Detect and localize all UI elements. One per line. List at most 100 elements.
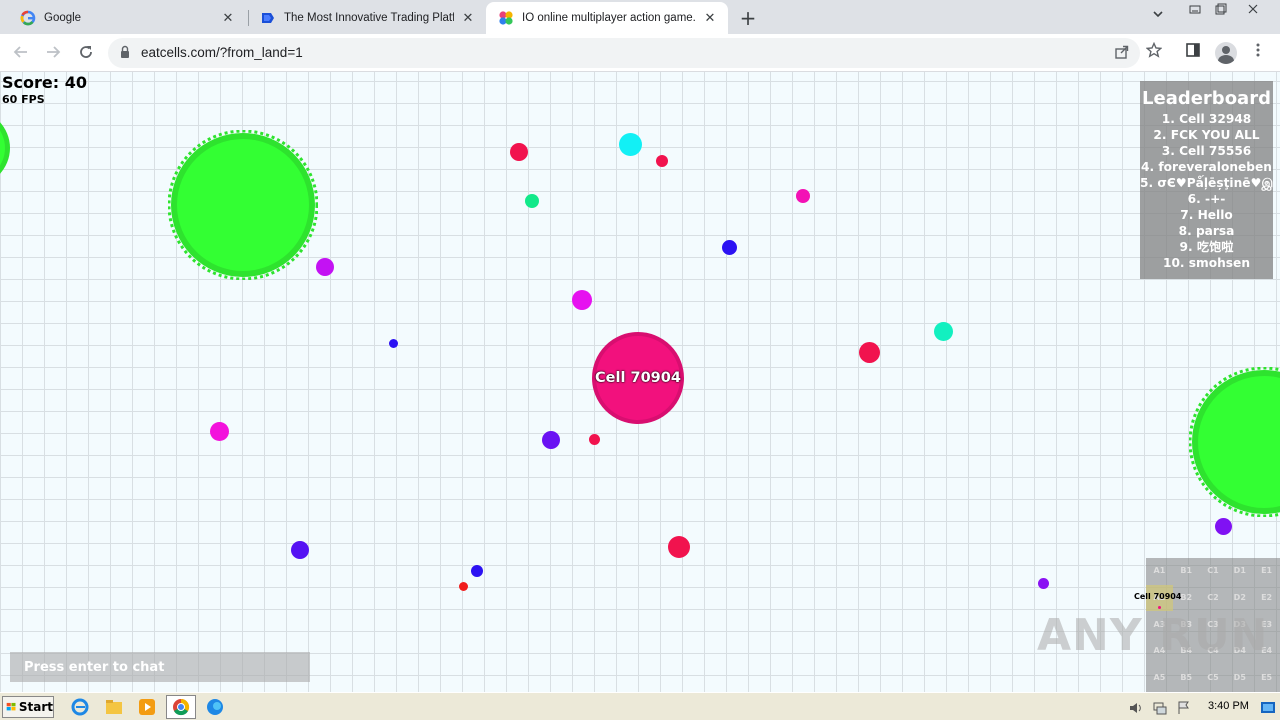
minimap-sector-label: E1 — [1261, 566, 1273, 575]
leaderboard-title: Leaderboard — [1142, 88, 1271, 109]
tab-google[interactable]: Google ✕ — [8, 2, 246, 34]
food-pellet — [796, 189, 810, 203]
clock: 3:40 PM — [1208, 700, 1249, 712]
minimap-sector-label: C1 — [1207, 566, 1219, 575]
chevron-down-icon[interactable] — [1152, 8, 1164, 23]
food-pellet — [389, 339, 398, 348]
leaderboard-entry: 10. smohsen — [1162, 256, 1251, 270]
virus — [168, 130, 318, 280]
food-pellet — [589, 434, 600, 445]
food-pellet — [210, 422, 229, 441]
windows-logo-icon — [6, 702, 16, 711]
tab-title: Google — [44, 12, 82, 24]
start-button[interactable]: Start — [2, 696, 54, 718]
trading-platform-icon — [260, 10, 276, 26]
forward-icon[interactable] — [42, 41, 64, 63]
address-bar[interactable]: eatcells.com/?from_land=1 — [108, 38, 1140, 68]
chrome-icon — [173, 698, 190, 716]
edge-icon[interactable] — [205, 697, 225, 717]
minimap-sector-label: C5 — [1207, 673, 1219, 683]
media-player-icon[interactable] — [137, 697, 157, 717]
tab-title: IO online multiplayer action game. S — [522, 12, 696, 24]
fps-counter: 60 FPS — [2, 93, 45, 106]
food-pellet — [542, 431, 560, 449]
minimap-sector-label: D5 — [1233, 673, 1246, 683]
show-desktop-icon[interactable] — [1260, 700, 1276, 716]
game-canvas[interactable]: Cell 70904 Score: 40 60 FPS Leaderboard … — [0, 72, 1280, 692]
player-name: Cell 70904 — [595, 370, 681, 386]
system-tray — [1120, 695, 1280, 719]
player-cell: Cell 70904 — [592, 332, 684, 424]
food-pellet — [859, 342, 880, 363]
food-pellet — [619, 133, 642, 156]
leaderboard-entry: 7. Hello — [1180, 208, 1233, 222]
url-text: eatcells.com/?from_land=1 — [141, 45, 303, 60]
minimap-player-label: Cell 70904 — [1134, 592, 1182, 601]
food-pellet — [572, 290, 592, 310]
menu-dots-icon[interactable] — [1248, 42, 1268, 62]
internet-explorer-icon[interactable] — [70, 697, 90, 717]
leaderboard-entry: 3. Cell 75556 — [1161, 144, 1252, 158]
minimap-sector-label: C2 — [1207, 592, 1219, 602]
minimap-player-dot — [1158, 606, 1161, 609]
food-pellet — [722, 240, 737, 255]
chat-input[interactable]: Press enter to chat — [10, 652, 310, 682]
taskbar: Start 3:40 PM — [0, 692, 1280, 720]
google-icon — [20, 10, 36, 26]
browser-toolbar: eatcells.com/?from_land=1 — [0, 34, 1280, 72]
start-label: Start — [18, 700, 53, 714]
food-pellet — [471, 565, 483, 577]
close-icon[interactable]: ✕ — [220, 11, 236, 26]
food-pellet — [656, 155, 668, 167]
leaderboard-entry: 2. FCK YOU ALL — [1153, 128, 1260, 142]
food-pellet — [934, 322, 953, 341]
restore-icon[interactable] — [1210, 2, 1232, 19]
side-panel-icon[interactable] — [1183, 42, 1203, 62]
bookmark-star-icon[interactable] — [1144, 41, 1164, 62]
network-icon[interactable] — [1152, 700, 1168, 716]
leaderboard-entry: 9. 吃饱啦 — [1179, 240, 1234, 254]
minimap-sector-label: D2 — [1233, 592, 1246, 602]
minimap-sector-label: A5 — [1153, 673, 1166, 683]
leaderboard-entry: 4. foreveraloneben — [1141, 160, 1272, 174]
close-window-icon[interactable] — [1242, 2, 1264, 19]
minimap-sector-label: E5 — [1261, 673, 1273, 683]
food-pellet — [291, 541, 309, 559]
tab-eatcells[interactable]: IO online multiplayer action game. S ✕ — [486, 2, 728, 34]
leaderboard-entry: 5. σЄ♥Pǻļēșţinē♥இ — [1140, 176, 1273, 190]
folder-icon[interactable] — [104, 697, 124, 717]
score-display: Score: 40 — [2, 73, 87, 92]
close-icon[interactable]: ✕ — [460, 11, 476, 26]
food-pellet — [1038, 578, 1049, 589]
volume-icon[interactable] — [1128, 700, 1144, 716]
leaderboard-entry: 6. -+- — [1187, 192, 1226, 206]
food-pellet — [668, 536, 690, 558]
minimap-sector-label: A1 — [1153, 566, 1166, 575]
minimap-sector-label: B5 — [1180, 673, 1193, 683]
virus — [1189, 367, 1280, 517]
flag-icon[interactable] — [1176, 700, 1192, 716]
lock-icon — [121, 45, 129, 58]
virus — [0, 122, 10, 174]
eatcells-icon — [498, 10, 514, 26]
tab-trading[interactable]: The Most Innovative Trading Platform ✕ — [248, 2, 486, 34]
chrome-taskbar-button[interactable] — [166, 695, 196, 719]
close-icon[interactable]: ✕ — [702, 11, 718, 26]
leaderboard: Leaderboard 1. Cell 32948 2. FCK YOU ALL… — [1140, 81, 1273, 279]
minimap-sector-label: B1 — [1180, 566, 1193, 575]
back-icon[interactable] — [10, 41, 32, 63]
profile-avatar[interactable] — [1215, 42, 1237, 64]
leaderboard-entry: 1. Cell 32948 — [1161, 112, 1252, 126]
food-pellet — [459, 582, 468, 591]
watermark: ANY RUN — [1037, 610, 1269, 661]
minimize-icon[interactable] — [1184, 2, 1206, 19]
food-pellet — [525, 194, 539, 208]
reload-icon[interactable] — [75, 41, 97, 63]
food-pellet — [510, 143, 528, 161]
food-pellet — [1215, 518, 1232, 535]
new-tab-button[interactable]: + — [738, 6, 758, 30]
share-icon[interactable] — [1114, 44, 1130, 64]
tab-title: The Most Innovative Trading Platform — [284, 12, 454, 24]
minimap-sector-label: D1 — [1233, 566, 1246, 575]
leaderboard-entry: 8. parsa — [1178, 224, 1235, 238]
